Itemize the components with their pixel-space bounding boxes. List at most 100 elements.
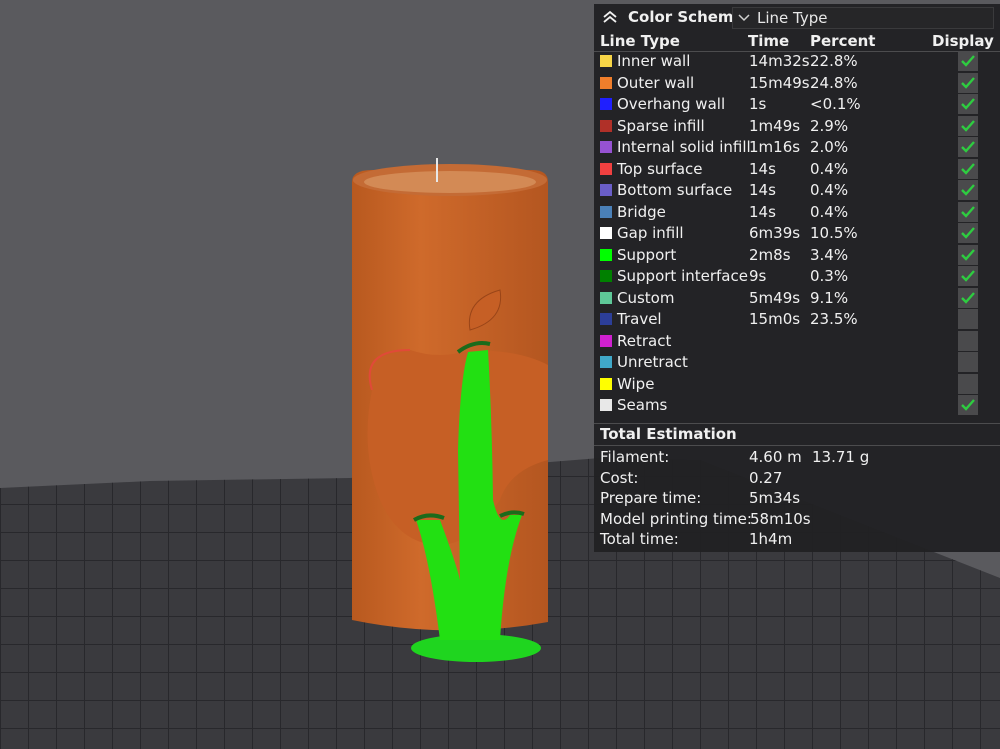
line-type-percent: <0.1%: [810, 95, 861, 113]
color-swatch: [600, 205, 612, 218]
cost-value: 0.27: [749, 469, 783, 487]
line-type-time: 15m49s: [749, 73, 810, 92]
line-type-time: 6m39s: [749, 224, 801, 242]
display-checkbox[interactable]: [958, 72, 978, 93]
line-type-name: Bottom surface: [617, 181, 733, 199]
prepare-time-label: Prepare time:: [600, 489, 702, 507]
display-checkbox[interactable]: [958, 115, 978, 136]
legend-row: Bottom surface 14s 0.4%: [594, 180, 1000, 202]
display-checkbox[interactable]: [958, 137, 978, 157]
line-type-name: Support: [617, 245, 677, 264]
color-swatch: [600, 334, 612, 347]
color-swatch: [600, 98, 612, 110]
estimation-divider: [594, 445, 1000, 446]
line-type-name: Seams: [617, 396, 668, 414]
display-checkbox[interactable]: [958, 180, 978, 200]
display-checkbox[interactable]: [958, 395, 978, 415]
color-scheme-dropdown[interactable]: Line Type: [732, 7, 994, 29]
line-type-name: Unretract: [617, 353, 688, 371]
line-type-name: Bridge: [617, 202, 666, 221]
color-swatch: [600, 291, 612, 304]
checkmark-icon: [961, 227, 975, 239]
model-printing-time-value: 58m10s: [750, 510, 811, 528]
line-type-time: 14s: [749, 181, 776, 199]
checkmark-icon: [961, 119, 975, 132]
color-swatch: [600, 377, 612, 390]
checkmark-icon: [961, 248, 975, 261]
chevron-down-icon: [737, 10, 751, 24]
checkmark-icon: [961, 291, 975, 304]
filament-weight: 13.71 g: [812, 448, 870, 466]
legend-panel: Color Scheme Line Type Line Type Time Pe…: [594, 4, 1000, 552]
checkmark-icon: [961, 76, 975, 89]
estimation-divider-top: [594, 423, 1000, 424]
line-type-time: 5m49s: [749, 288, 801, 307]
line-type-percent: 9.1%: [810, 288, 849, 307]
legend-header: Color Scheme Line Type: [594, 4, 1000, 32]
display-checkbox[interactable]: [958, 244, 978, 265]
legend-row: Custom 5m49s 9.1%: [594, 287, 1000, 310]
color-swatch: [600, 184, 612, 196]
color-swatch: [600, 162, 612, 175]
display-checkbox[interactable]: [958, 51, 978, 71]
legend-row: Inner wall 14m32s 22.8%: [594, 51, 1000, 73]
line-type-time: 1s: [749, 95, 767, 113]
checkmark-icon: [961, 399, 975, 411]
display-checkbox[interactable]: [958, 330, 978, 351]
col-time: Time: [748, 32, 790, 50]
filament-label: Filament:: [600, 448, 670, 466]
line-type-time: 1m49s: [749, 116, 801, 135]
color-swatch: [600, 119, 612, 132]
line-type-percent: 2.0%: [810, 138, 849, 156]
col-display: Display: [932, 32, 994, 50]
display-checkbox[interactable]: [958, 309, 978, 329]
display-checkbox[interactable]: [958, 266, 978, 286]
prepare-time-value: 5m34s: [749, 489, 801, 507]
checkmark-icon: [961, 184, 975, 196]
checkmark-icon: [961, 98, 975, 110]
line-type-time: 15m0s: [749, 310, 801, 328]
line-type-percent: 3.4%: [810, 245, 849, 264]
line-type-percent: 23.5%: [810, 310, 858, 328]
filament-length: 4.60 m: [749, 448, 802, 466]
line-type-percent: 24.8%: [810, 73, 858, 92]
line-type-percent: 0.4%: [810, 181, 849, 199]
line-type-time: 2m8s: [749, 245, 791, 264]
display-checkbox[interactable]: [958, 287, 978, 308]
legend-row: Overhang wall 1s <0.1%: [594, 94, 1000, 116]
checkmark-icon: [961, 55, 975, 67]
line-type-time: 14s: [749, 202, 776, 221]
line-type-time: 1m16s: [749, 138, 801, 156]
legend-row: Support interface 9s 0.3%: [594, 266, 1000, 288]
legend-row: Top surface 14s 0.4%: [594, 158, 1000, 181]
display-checkbox[interactable]: [958, 223, 978, 243]
line-type-name: Outer wall: [617, 73, 695, 92]
color-scheme-selected: Line Type: [757, 9, 828, 27]
color-swatch: [600, 248, 612, 261]
display-checkbox[interactable]: [958, 201, 978, 222]
legend-row: Seams: [594, 395, 1000, 417]
line-type-name: Overhang wall: [617, 95, 726, 113]
display-checkbox[interactable]: [958, 94, 978, 114]
legend-title: Color Scheme: [628, 8, 744, 26]
col-percent: Percent: [810, 32, 876, 50]
display-checkbox[interactable]: [958, 373, 978, 394]
line-type-list: Inner wall 14m32s 22.8% Outer wall 15m49s 24.…: [594, 51, 1000, 417]
line-type-name: Retract: [617, 331, 672, 350]
legend-row: Sparse infill 1m49s 2.9%: [594, 115, 1000, 138]
color-swatch: [600, 76, 612, 89]
line-type-percent: 10.5%: [810, 224, 858, 242]
col-line-type: Line Type: [600, 32, 680, 50]
collapse-chevron-icon[interactable]: [601, 8, 619, 26]
line-type-time: 14m32s: [749, 52, 810, 70]
line-type-name: Sparse infill: [617, 116, 705, 135]
line-type-name: Custom: [617, 288, 675, 307]
display-checkbox[interactable]: [958, 158, 978, 179]
display-checkbox[interactable]: [958, 352, 978, 372]
line-type-name: Gap infill: [617, 224, 684, 242]
line-type-percent: 0.4%: [810, 202, 849, 221]
line-type-name: Travel: [617, 310, 662, 328]
color-swatch: [600, 356, 612, 368]
line-type-percent: 0.3%: [810, 267, 849, 285]
total-time-value: 1h4m: [749, 530, 793, 548]
